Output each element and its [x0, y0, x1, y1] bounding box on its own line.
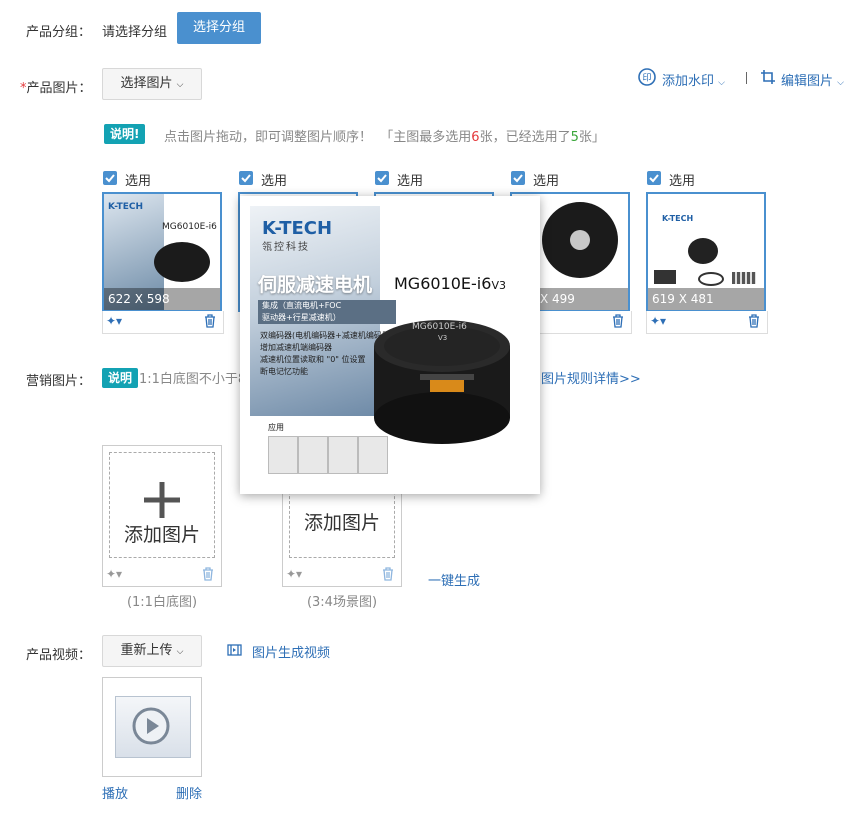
card-5-motor	[688, 238, 718, 264]
trash-icon[interactable]	[611, 313, 625, 332]
card-5-cable	[698, 272, 724, 286]
card-5-screws	[732, 272, 756, 284]
plus-icon	[142, 480, 182, 520]
card-5-checkbox[interactable]	[647, 171, 661, 185]
reupload-button[interactable]: 重新上传 ⌵	[102, 635, 202, 667]
edit-images-link[interactable]: 编辑图片 ⌵	[781, 70, 844, 89]
feature-item: 增加减速机端编码器	[260, 343, 332, 352]
add-watermark-link[interactable]: 添加水印 ⌵	[662, 70, 725, 89]
card-1-dimensions: 622 X 598	[104, 288, 220, 310]
magic-wand-icon[interactable]: ✦▾	[286, 567, 302, 581]
play-link[interactable]: 播放	[102, 783, 128, 802]
watermark-icon[interactable]: 印	[638, 68, 656, 86]
caption-white-bg: (1:1白底图)	[126, 595, 198, 610]
one-click-generate-link[interactable]: 一键生成	[428, 570, 480, 589]
card-5-check-label: 选用	[669, 174, 696, 189]
placeholder-1-toolbar: ✦▾	[102, 564, 222, 587]
notice-text: 点击图片拖动，即可调整图片顺序！ 「主图最多选用6张，已经选用了5张」	[164, 130, 605, 145]
add-image-text: 添加图片	[303, 512, 380, 534]
card-3-checkbox[interactable]	[375, 171, 389, 185]
image-hover-preview: K-TECH 瓴控科技 伺服减速电机 MG6010E-i6V3 集成（直流电机+…	[240, 196, 540, 494]
app-thumb-1	[268, 436, 298, 474]
delete-video-link[interactable]: 删除	[176, 783, 202, 802]
card-4-check-label: 选用	[533, 174, 560, 189]
card-5-toolbar: ✦▾	[646, 311, 768, 334]
select-group-button[interactable]: 选择分组	[177, 12, 261, 44]
chevron-down-icon: ⌵	[176, 80, 184, 90]
magic-wand-icon[interactable]: ✦▾	[106, 567, 122, 581]
card-3-check-label: 选用	[397, 174, 424, 189]
card-5-brand: K-TECH	[662, 214, 694, 223]
card-1-motor	[154, 242, 210, 282]
magic-wand-icon[interactable]: ✦▾	[106, 314, 122, 328]
feature-item: 断电记忆功能	[260, 367, 308, 376]
app-thumb-4	[358, 436, 388, 474]
add-white-bg-image[interactable]: 添加图片	[102, 445, 222, 565]
motor-label-version: V3	[438, 334, 448, 342]
crop-icon[interactable]	[760, 69, 776, 85]
app-thumb-3	[328, 436, 358, 474]
preview-features: 双编码器(电机编码器+减速机编码器) 增加减速机端编码器 减速机位置读取和 "0…	[260, 330, 393, 378]
card-1-brand: K-TECH	[108, 202, 144, 212]
group-placeholder: 请选择分组	[102, 25, 168, 40]
trash-icon[interactable]	[747, 313, 761, 332]
magic-wand-icon[interactable]: ✦▾	[650, 314, 666, 328]
video-label: 产品视频：	[26, 648, 92, 663]
card-1-checkbox[interactable]	[103, 171, 117, 185]
product-image-card-1[interactable]: K-TECH MG6010E-i6 622 X 598	[102, 192, 222, 312]
play-icon	[132, 707, 170, 745]
marketing-tag: 说明	[102, 368, 139, 388]
preview-brand-cn: 瓴控科技	[262, 242, 310, 253]
trash-icon[interactable]	[381, 566, 395, 585]
film-icon	[227, 644, 242, 656]
image-rules-link[interactable]: 图片规则详情>>	[541, 368, 641, 387]
select-images-button[interactable]: 选择图片 ⌵	[102, 68, 202, 100]
add-image-text: 添加图片	[123, 524, 200, 546]
trash-icon[interactable]	[203, 313, 217, 332]
preview-brand: K-TECH	[262, 218, 333, 239]
preview-model: MG6010E-i6V3	[394, 274, 506, 293]
card-1-check-label: 选用	[125, 174, 152, 189]
product-image-card-5[interactable]: K-TECH 619 X 481	[646, 192, 766, 312]
preview-apps-label: 应用	[268, 423, 284, 432]
svg-text:印: 印	[642, 72, 651, 84]
caption-scene: (3:4场景图)	[306, 595, 378, 610]
notice-tag: 说明!	[104, 124, 146, 144]
trash-icon[interactable]	[201, 566, 215, 585]
video-thumbnail[interactable]	[102, 677, 202, 777]
card-2-checkbox[interactable]	[239, 171, 253, 185]
chevron-down-icon: ⌵	[837, 78, 844, 88]
marketing-text: 1:1白底图不小于8	[139, 372, 247, 387]
app-thumb-2	[298, 436, 328, 474]
card-1-toolbar: ✦▾	[102, 311, 224, 334]
group-label: 产品分组：	[26, 25, 92, 40]
motor-label: MG6010E-i6	[412, 322, 467, 332]
marketing-label: 营销图片：	[26, 374, 92, 389]
images-to-video-link[interactable]: 图片生成视频	[252, 642, 330, 661]
preview-headline: 伺服减速电机	[258, 274, 373, 296]
card-5-board	[654, 270, 676, 284]
card-5-dimensions: 619 X 481	[648, 288, 764, 310]
toolbar-divider	[746, 72, 747, 84]
chevron-down-icon: ⌵	[176, 647, 184, 657]
card-4-motor-center	[570, 230, 590, 250]
chevron-down-icon: ⌵	[718, 78, 725, 88]
feature-item: 双编码器(电机编码器+减速机编码器)	[260, 331, 393, 340]
card-4-checkbox[interactable]	[511, 171, 525, 185]
feature-item: 减速机位置读取和 "0" 位设置	[260, 355, 366, 364]
placeholder-2-toolbar: ✦▾	[282, 564, 402, 587]
card-2-check-label: 选用	[261, 174, 288, 189]
product-images-label: *产品图片：	[20, 81, 92, 96]
card-1-model: MG6010E-i6	[162, 222, 217, 232]
integration-line-1: 集成（直流电机+FOC	[262, 301, 342, 310]
